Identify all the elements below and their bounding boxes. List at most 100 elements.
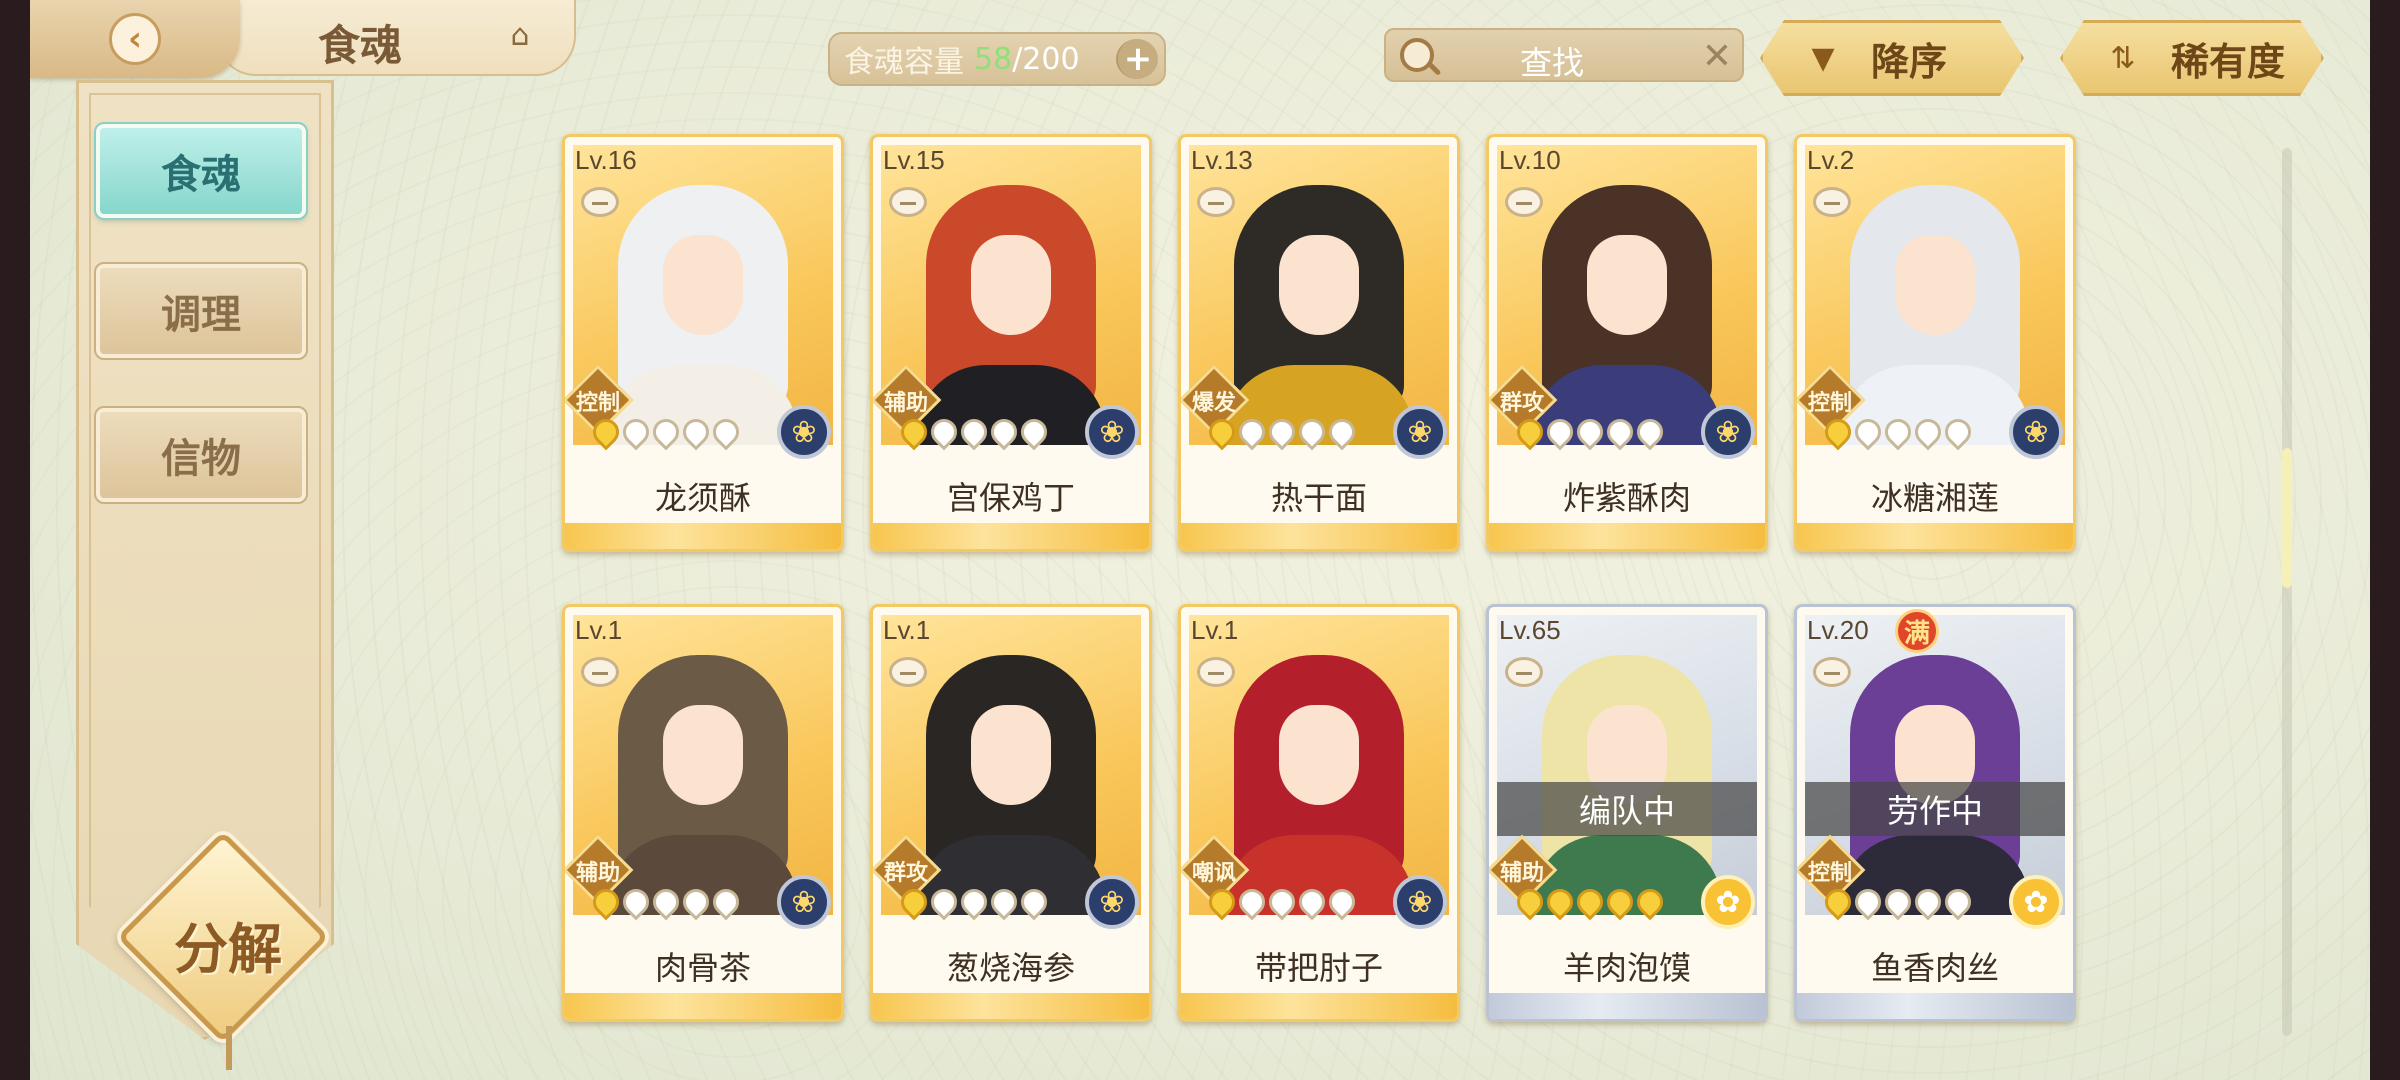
lock-toggle-icon[interactable] [1505,187,1543,217]
food-soul-screen: 食魂 ⌂ ‹ 食魂容量 58 /200 + 查找 ✕ ▼ 降序 ⇅ 稀有度 食魂… [30,0,2370,1080]
card-name: 冰糖湘莲 [1870,479,1999,517]
character-illustration [1224,175,1414,445]
character-illustration [1840,175,2030,445]
close-icon[interactable]: ✕ [1702,36,1732,77]
flame-star-icon [1819,883,1857,921]
lock-toggle-icon[interactable] [1197,187,1235,217]
food-soul-card[interactable]: Lv.16 控制 ❀ 龙须酥 [562,134,844,552]
card-status: 劳作中 [1805,782,2065,836]
flame-star-icon [1631,413,1669,451]
flame-star-icon [1819,413,1857,451]
lock-toggle-icon[interactable] [1197,657,1235,687]
food-soul-card[interactable]: Lv.65 编队中 辅助 ✿ 羊肉泡馍 [1486,604,1768,1022]
role-label: 控制 [575,391,620,416]
card-frame-strip [565,523,841,549]
flame-star-icon [1849,883,1887,921]
scrollbar-thumb[interactable] [2282,448,2292,588]
flame-star-icon [895,413,933,451]
flame-star-icon [1015,883,1053,921]
flame-star-icon [1511,413,1549,451]
lock-toggle-icon[interactable] [889,187,927,217]
tab-keepsake[interactable]: 信物 [94,406,308,504]
sort-rarity-button[interactable]: ⇅ 稀有度 [2060,20,2324,96]
back-arrow-icon: ‹ [109,13,161,65]
flame-star-icon [895,883,933,921]
flame-star-icon [1323,883,1361,921]
scrollbar[interactable] [2282,148,2292,1036]
search-label: 查找 [1520,44,1585,82]
element-icon: ❀ [777,875,831,929]
flame-star-icon [925,883,963,921]
flame-star-icon [1233,413,1271,451]
flame-star-icon [1631,883,1669,921]
flame-star-icon [1939,883,1977,921]
capacity-counter: 食魂容量 58 /200 + [828,32,1166,86]
sort-rarity-label: 稀有度 [2171,39,2286,84]
card-name: 带把肘子 [1254,949,1383,987]
home-icon[interactable]: ⌂ [500,18,540,54]
food-soul-card[interactable]: Lv.10 群攻 ❀ 炸紫酥肉 [1486,134,1768,552]
food-soul-card[interactable]: Lv.20 满 劳作中 控制 ✿ 鱼香肉丝 [1794,604,2076,1022]
sort-descending-button[interactable]: ▼ 降序 [1760,20,2024,96]
food-soul-card[interactable]: Lv.1 嘲讽 ❀ 带把肘子 [1178,604,1460,1022]
tassel-decoration [226,1026,232,1070]
star-rating [1819,413,1977,451]
flame-star-icon [955,883,993,921]
flame-star-icon [1293,413,1331,451]
flame-star-icon [1601,883,1639,921]
role-label: 辅助 [575,861,620,886]
flame-star-icon [1293,883,1331,921]
role-label: 群攻 [1499,391,1544,416]
flame-star-icon [1323,413,1361,451]
food-soul-card[interactable]: Lv.2 控制 ❀ 冰糖湘莲 [1794,134,2076,552]
card-name: 羊肉泡馍 [1562,949,1691,987]
card-frame-strip [1797,523,2073,549]
element-icon: ❀ [1393,405,1447,459]
character-illustration [1840,645,2030,915]
card-level: Lv.2 [1807,145,1855,175]
lock-toggle-icon[interactable] [581,187,619,217]
tab-food-soul[interactable]: 食魂 [94,122,308,220]
food-soul-card[interactable]: Lv.13 爆发 ❀ 热干面 [1178,134,1460,552]
card-name: 葱烧海参 [946,949,1075,987]
capacity-plus-button[interactable]: + [1116,39,1158,79]
title-tab: 食魂 ⌂ [216,0,576,76]
flame-star-icon [1909,413,1947,451]
flame-star-icon [1909,883,1947,921]
search-icon [1400,38,1434,72]
character-illustration [608,645,798,915]
flame-star-icon [587,413,625,451]
lock-toggle-icon[interactable] [581,657,619,687]
star-rating [1511,883,1669,921]
lock-toggle-icon[interactable] [889,657,927,687]
sort-descending-label: 降序 [1871,39,1948,84]
lock-toggle-icon[interactable] [1813,187,1851,217]
flame-star-icon [1939,413,1977,451]
food-soul-card[interactable]: Lv.1 辅助 ❀ 肉骨茶 [562,604,844,1022]
lock-toggle-icon[interactable] [1505,657,1543,687]
character-illustration [916,645,1106,915]
card-frame-strip [873,523,1149,549]
character-illustration [1532,175,1722,445]
tab-conditioning[interactable]: 调理 [94,262,308,360]
flame-star-icon [707,413,745,451]
role-label: 群攻 [883,861,928,886]
search-box[interactable]: 查找 ✕ [1384,28,1744,82]
back-button[interactable]: ‹ [30,0,240,78]
element-icon: ✿ [2009,875,2063,929]
card-status: 编队中 [1497,782,1757,836]
card-frame-strip [1489,523,1765,549]
flame-star-icon [985,883,1023,921]
element-icon: ❀ [1085,875,1139,929]
role-label: 嘲讽 [1191,861,1236,886]
card-frame-strip [1489,993,1765,1019]
food-soul-card[interactable]: Lv.15 辅助 ❀ 宫保鸡丁 [870,134,1152,552]
character-illustration [1224,645,1414,915]
flame-star-icon [1849,413,1887,451]
card-name: 热干面 [1270,479,1367,517]
lock-toggle-icon[interactable] [1813,657,1851,687]
food-soul-card[interactable]: Lv.1 群攻 ❀ 葱烧海参 [870,604,1152,1022]
character-illustration [608,175,798,445]
element-icon: ❀ [1701,405,1755,459]
card-level: Lv.65 [1499,615,1561,645]
